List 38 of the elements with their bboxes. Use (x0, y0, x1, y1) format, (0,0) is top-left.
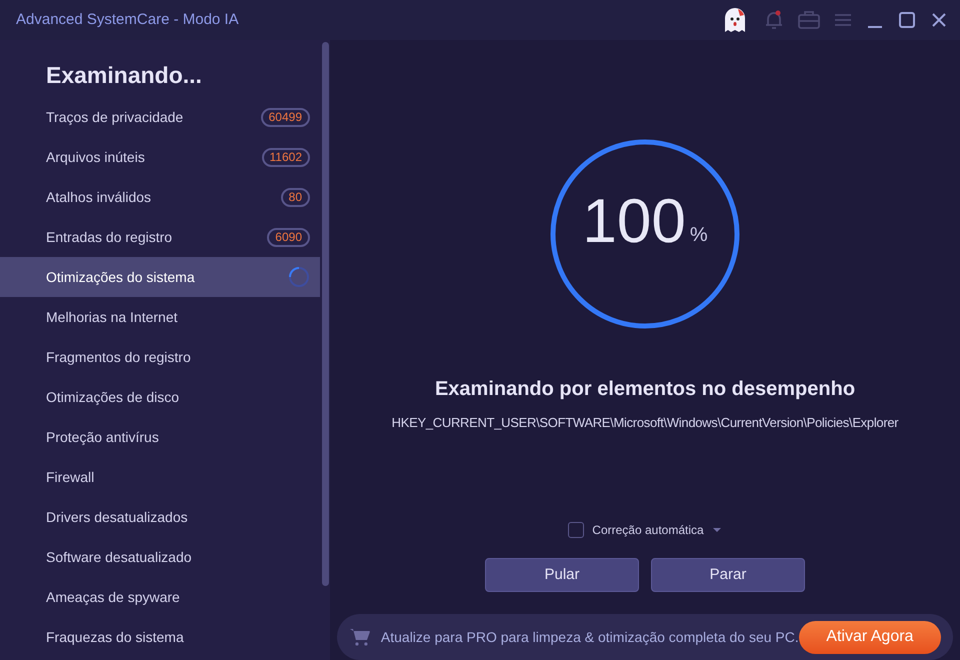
caret-icon[interactable] (712, 527, 722, 534)
auto-fix-label[interactable]: Correção automática (592, 521, 704, 540)
percent-sign: % (690, 223, 708, 248)
sidebar-item[interactable]: Fraquezas do sistema (0, 617, 320, 657)
sidebar-item[interactable]: Traços de privacidade 60499 (0, 97, 320, 137)
sidebar-item[interactable]: Proteção antivírus (0, 417, 320, 457)
count-badge: 80 (280, 188, 310, 206)
count-badge: 60499 (260, 108, 310, 126)
sidebar-item[interactable]: Atalhos inválidos 80 (0, 177, 320, 217)
sidebar-item[interactable]: Ameaças de spyware (0, 577, 320, 617)
status-title: Examinando por elementos no desempenho (434, 376, 856, 402)
sidebar-item[interactable]: Software desatualizado (0, 537, 320, 577)
bell-icon[interactable] (764, 9, 784, 31)
auto-fix-checkbox[interactable] (568, 522, 584, 538)
action-button[interactable]: Parar (651, 558, 805, 592)
sidebar-item[interactable]: Melhorias na Internet (0, 297, 320, 337)
maximize-icon[interactable] (898, 11, 916, 29)
cart-icon (349, 627, 371, 648)
progress-value: 100 (582, 191, 686, 254)
sidebar-item[interactable]: Firewall (0, 457, 320, 497)
registry-path: HKEY_CURRENT_USER\SOFTWARE\Microsoft\Windows\CurrentVersion\Policies\Explorer (392, 414, 898, 432)
spinner-icon (288, 266, 310, 288)
sidebar-item[interactable]: Drivers desatualizados (0, 497, 320, 537)
sidebar-item[interactable]: Entradas do registro 6090 (0, 217, 320, 257)
window-title: Advanced SystemCare - Modo IA (16, 10, 239, 30)
scrollbar-thumb[interactable] (322, 42, 329, 586)
promo-text: Atualize para PRO para limpeza & otimização completa do seu PC. (380, 628, 799, 647)
count-badge: 6090 (267, 228, 310, 246)
close-icon[interactable] (930, 11, 948, 29)
scan-heading: Examinando... (46, 61, 203, 88)
action-button[interactable]: Pular (485, 558, 639, 592)
count-badge: 11602 (262, 148, 310, 166)
menu-icon[interactable] (834, 13, 852, 27)
sidebar-item[interactable]: Otimizações de disco (0, 377, 320, 417)
sidebar-item[interactable]: Otimizações do sistema (0, 257, 320, 297)
briefcase-icon[interactable] (798, 10, 820, 30)
sidebar-item[interactable]: Fragmentos do registro (0, 337, 320, 377)
sidebar-item[interactable]: Arquivos inúteis 11602 (0, 137, 320, 177)
